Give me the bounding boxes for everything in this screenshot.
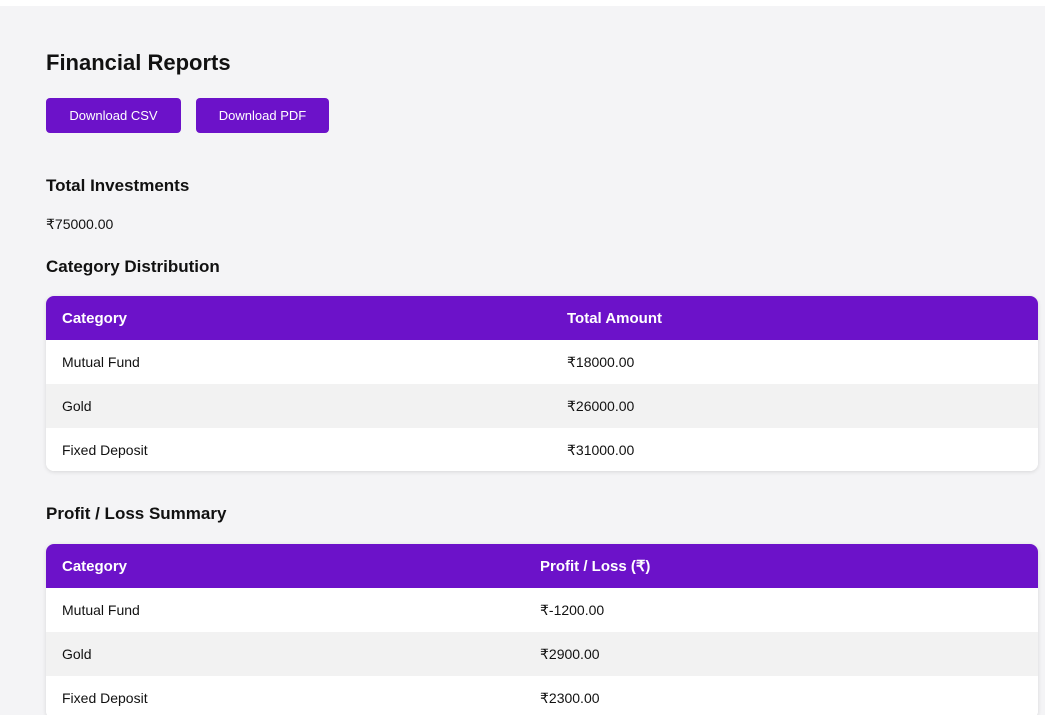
cell-category: Fixed Deposit xyxy=(46,676,524,715)
table-row: Gold ₹26000.00 xyxy=(46,384,1038,428)
cell-profit-loss: ₹-1200.00 xyxy=(524,588,1038,632)
download-csv-button[interactable]: Download CSV xyxy=(46,98,181,133)
cell-profit-loss: ₹2900.00 xyxy=(524,632,1038,676)
column-header-profit-loss: Profit / Loss (₹) xyxy=(524,544,1038,588)
table-row: Mutual Fund ₹18000.00 xyxy=(46,340,1038,384)
cell-category: Gold xyxy=(46,632,524,676)
column-header-category: Category xyxy=(46,544,524,588)
table-row: Mutual Fund ₹-1200.00 xyxy=(46,588,1038,632)
profit-loss-table: Category Profit / Loss (₹) Mutual Fund ₹… xyxy=(46,544,1038,715)
total-investments-heading: Total Investments xyxy=(46,176,190,195)
category-distribution-heading: Category Distribution xyxy=(46,257,220,276)
cell-category: Fixed Deposit xyxy=(46,428,551,471)
table-row: Fixed Deposit ₹31000.00 xyxy=(46,428,1038,471)
cell-amount: ₹26000.00 xyxy=(551,384,1038,428)
download-pdf-button[interactable]: Download PDF xyxy=(196,98,329,133)
column-header-total-amount: Total Amount xyxy=(551,296,1038,340)
total-investments-value: ₹75000.00 xyxy=(46,216,114,232)
table-header-row: Category Total Amount xyxy=(46,296,1038,340)
cell-profit-loss: ₹2300.00 xyxy=(524,676,1038,715)
cell-category: Mutual Fund xyxy=(46,340,551,384)
profit-loss-summary-heading: Profit / Loss Summary xyxy=(46,504,227,523)
cell-amount: ₹31000.00 xyxy=(551,428,1038,471)
table-row: Fixed Deposit ₹2300.00 xyxy=(46,676,1038,715)
cell-category: Mutual Fund xyxy=(46,588,524,632)
table-row: Gold ₹2900.00 xyxy=(46,632,1038,676)
category-distribution-table: Category Total Amount Mutual Fund ₹18000… xyxy=(46,296,1038,471)
cell-amount: ₹18000.00 xyxy=(551,340,1038,384)
page-container: Financial Reports Download CSV Download … xyxy=(0,6,1045,715)
cell-category: Gold xyxy=(46,384,551,428)
column-header-category: Category xyxy=(46,296,551,340)
page-title: Financial Reports xyxy=(46,50,231,75)
table-header-row: Category Profit / Loss (₹) xyxy=(46,544,1038,588)
